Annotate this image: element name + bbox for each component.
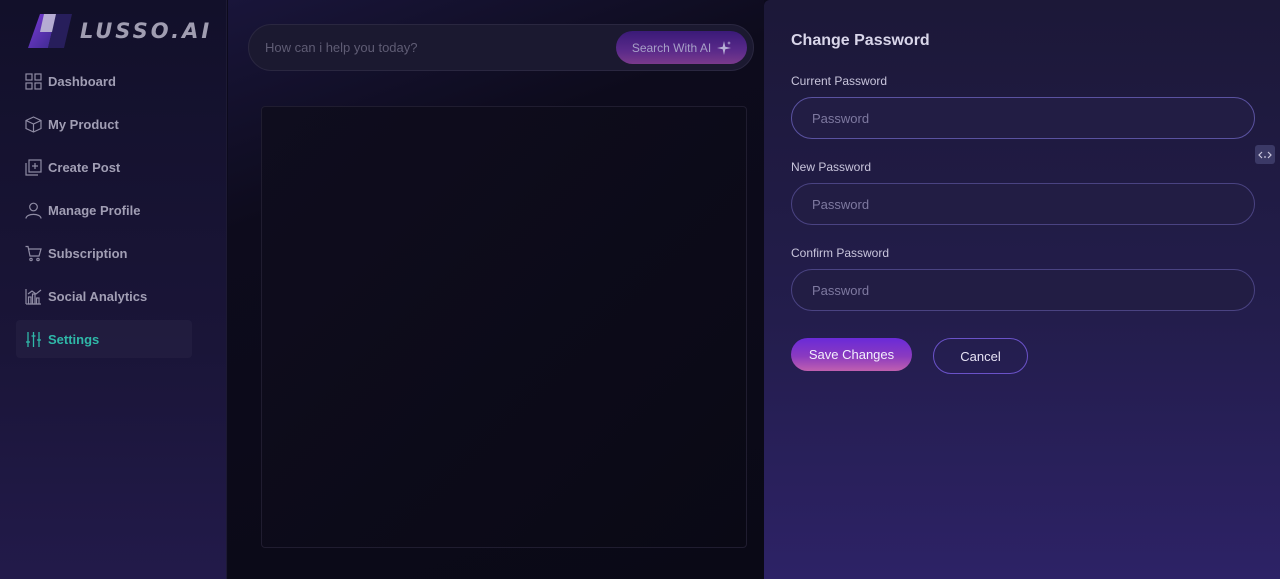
code-toggle-icon — [1258, 151, 1272, 158]
confirm-password-label: Confirm Password — [791, 246, 890, 260]
sidebar-item-label: My Product — [48, 116, 119, 132]
analytics-icon — [25, 288, 42, 305]
sidebar-nav: Dashboard My Product Create Post Manage … — [16, 62, 192, 363]
lusso-logo-mark — [28, 14, 72, 48]
extension-icon[interactable] — [1255, 145, 1275, 164]
main-content: Search With AI — [228, 0, 764, 579]
sidebar-item-create-post[interactable]: Create Post — [16, 148, 192, 186]
content-panel — [261, 106, 747, 548]
search-with-ai-button[interactable]: Search With AI — [616, 31, 747, 64]
change-password-panel: Change Password Current Password New Pas… — [764, 0, 1280, 579]
current-password-field[interactable] — [791, 97, 1255, 139]
sidebar-item-social-analytics[interactable]: Social Analytics — [16, 277, 192, 315]
panel-title: Change Password — [791, 32, 930, 49]
brand-name: LUSSO.AI — [80, 19, 213, 43]
sidebar-item-label: Create Post — [48, 159, 121, 175]
search-input[interactable] — [265, 25, 605, 70]
add-post-icon — [25, 158, 42, 176]
user-icon — [25, 202, 42, 219]
sidebar: LUSSO.AI Dashboard My Product Create Pos… — [0, 0, 227, 579]
ai-search-bar: Search With AI — [248, 24, 754, 71]
new-password-field[interactable] — [791, 183, 1255, 225]
save-changes-button[interactable]: Save Changes — [791, 338, 912, 371]
search-button-label: Search With AI — [631, 40, 712, 55]
sidebar-item-subscription[interactable]: Subscription — [16, 234, 192, 272]
grid-icon — [25, 72, 42, 90]
sidebar-item-dashboard[interactable]: Dashboard — [16, 62, 192, 100]
current-password-label: Current Password — [791, 74, 888, 88]
new-password-label: New Password — [791, 160, 872, 174]
sidebar-item-manage-profile[interactable]: Manage Profile — [16, 191, 192, 229]
sidebar-item-label: Manage Profile — [48, 202, 141, 218]
cart-icon — [25, 245, 42, 262]
sparkle-icon — [717, 40, 732, 55]
sidebar-item-settings[interactable]: Settings — [16, 320, 192, 358]
sidebar-item-label: Dashboard — [48, 73, 116, 89]
sidebar-item-label: Settings — [48, 331, 100, 347]
sidebar-item-label: Subscription — [48, 245, 128, 261]
sidebar-item-label: Social Analytics — [48, 288, 148, 304]
sliders-icon — [25, 331, 42, 348]
box-icon — [25, 115, 42, 133]
confirm-password-field[interactable] — [791, 269, 1255, 311]
brand-logo[interactable]: LUSSO.AI — [26, 12, 212, 50]
cancel-button[interactable]: Cancel — [933, 338, 1028, 374]
sidebar-item-my-product[interactable]: My Product — [16, 105, 192, 143]
